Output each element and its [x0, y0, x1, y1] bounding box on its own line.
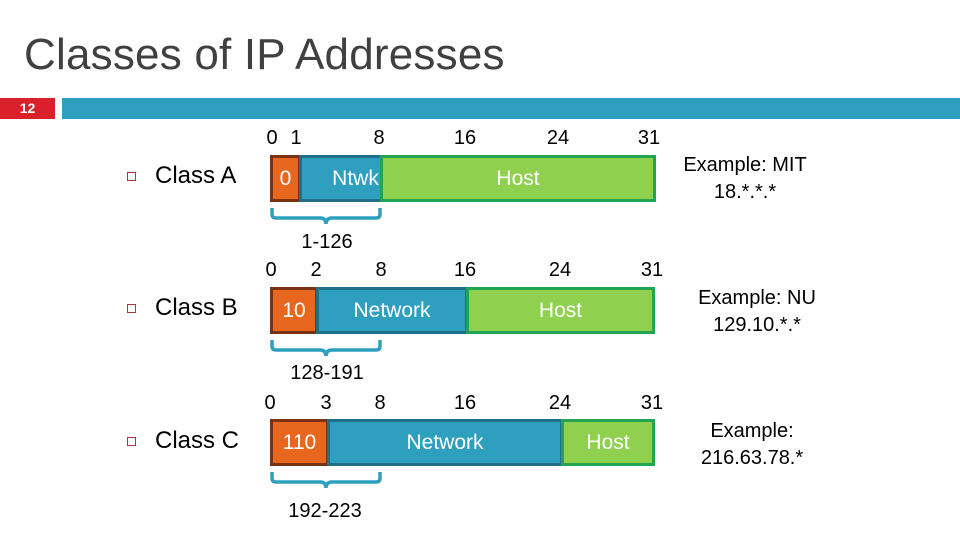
first-octet-range: 1-126 — [301, 231, 353, 253]
class-label: Class B — [155, 294, 238, 321]
first-octet-range: 128-191 — [290, 362, 364, 384]
network-segment: Network — [316, 287, 468, 334]
bit-tick: 8 — [374, 392, 386, 414]
slide-title: Classes of IP Addresses — [24, 30, 505, 79]
address-bar: 0 Ntwk Host — [270, 155, 656, 202]
bit-tick: 16 — [453, 392, 477, 414]
example-line-1: Example: — [710, 420, 794, 442]
bit-tick: 31 — [637, 127, 661, 149]
bit-tick: 1 — [290, 127, 302, 149]
first-octet-range: 192-223 — [288, 500, 362, 522]
bit-tick: 24 — [546, 127, 570, 149]
network-segment: Network — [327, 419, 563, 466]
bullet-icon — [127, 437, 136, 446]
class-label: Class A — [155, 162, 237, 189]
example-line-2: 129.10.*.* — [713, 314, 801, 336]
example-line-1: Example: NU — [698, 287, 816, 309]
bullet-icon — [127, 304, 136, 313]
slide-number-badge: 12 — [0, 98, 55, 119]
bit-tick: 8 — [375, 259, 387, 281]
example-line-2: 18.*.*.* — [713, 181, 777, 203]
bit-tick: 0 — [265, 259, 277, 281]
range-brace — [270, 472, 382, 489]
bit-tick: 8 — [373, 127, 385, 149]
bit-tick: 3 — [320, 392, 332, 414]
host-segment: Host — [466, 287, 655, 334]
host-segment: Host — [561, 419, 655, 466]
bit-tick: 16 — [453, 127, 477, 149]
address-bar: 110 Network Host — [270, 419, 655, 466]
example-line-2: 216.63.78.* — [700, 447, 804, 469]
bit-tick: 16 — [453, 259, 477, 281]
host-segment: Host — [380, 155, 656, 202]
range-brace — [270, 208, 382, 225]
bit-tick: 31 — [640, 259, 664, 281]
prefix-segment: 110 — [270, 419, 329, 466]
bit-tick: 0 — [264, 392, 276, 414]
prefix-segment: 10 — [270, 287, 318, 334]
bullet-icon — [127, 172, 136, 181]
bit-tick: 0 — [266, 127, 278, 149]
bit-tick: 2 — [310, 259, 322, 281]
prefix-segment: 0 — [270, 155, 301, 202]
class-label: Class C — [155, 427, 240, 454]
bit-tick: 31 — [640, 392, 664, 414]
example-line-1: Example: MIT — [683, 154, 807, 176]
range-brace — [270, 340, 382, 357]
bit-tick: 24 — [548, 259, 572, 281]
header-rule — [62, 98, 960, 119]
bit-tick: 24 — [548, 392, 572, 414]
address-bar: 10 Network Host — [270, 287, 655, 334]
